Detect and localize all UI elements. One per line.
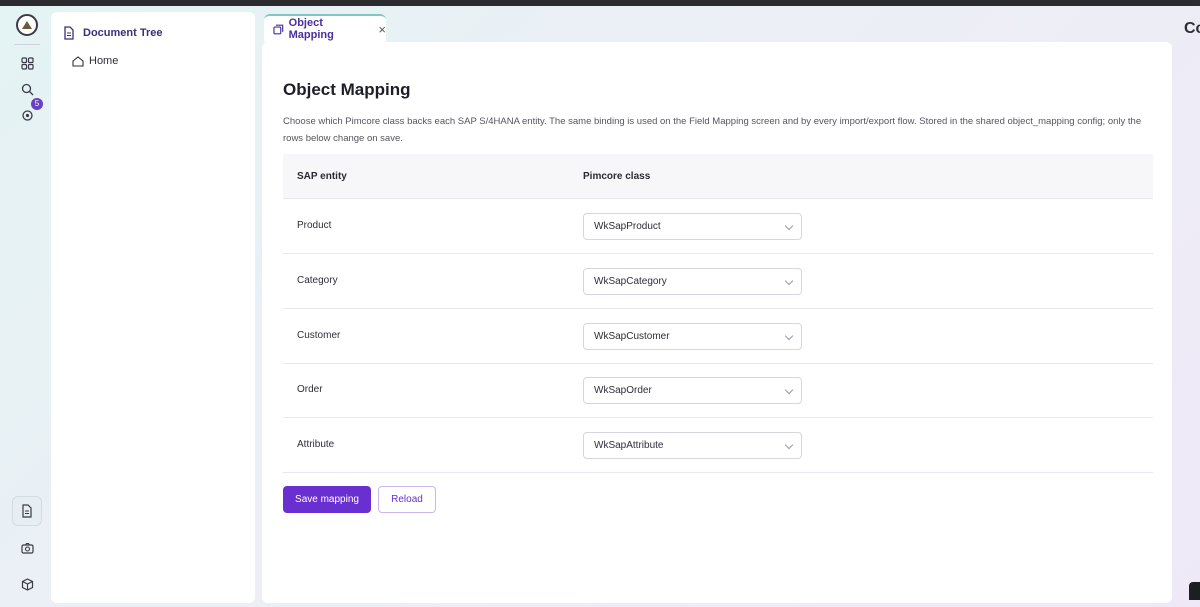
chevron-down-icon [784, 385, 794, 395]
column-header-sap-entity: SAP entity [297, 171, 347, 182]
column-header-pimcore-class: Pimcore class [583, 171, 651, 182]
mapping-icon [273, 24, 284, 34]
tab-object-mapping[interactable]: Object Mapping × [264, 14, 386, 42]
notification-badge: 5 [31, 98, 43, 110]
sap-entity-label: Category [297, 275, 338, 286]
select-value: WkSapAttribute [594, 440, 664, 451]
pimcore-class-select[interactable]: WkSapOrder [583, 377, 802, 404]
home-icon [72, 55, 84, 67]
chevron-down-icon [784, 440, 794, 450]
sap-entity-label: Order [297, 384, 323, 395]
select-value: WkSapOrder [594, 385, 652, 396]
pimcore-class-select[interactable]: WkSapCustomer [583, 323, 802, 350]
tree-item-home[interactable]: Home [72, 55, 118, 67]
corner-widget[interactable] [1189, 582, 1200, 600]
table-row: Customer WkSapCustomer [283, 309, 1153, 364]
save-mapping-button[interactable]: Save mapping [283, 486, 371, 513]
brand-logo: Cc [1184, 20, 1200, 37]
tree-item-label: Home [89, 55, 119, 67]
chevron-down-icon [784, 276, 794, 286]
chevron-down-icon [784, 331, 794, 341]
left-rail: 5 [6, 8, 48, 604]
app-logo-icon[interactable] [16, 14, 38, 36]
rail-divider [14, 44, 40, 45]
sap-entity-label: Attribute [297, 439, 335, 450]
table-header: SAP entity Pimcore class [283, 154, 1153, 199]
sap-entity-label: Product [297, 220, 332, 231]
document-tree-header: Document Tree [63, 26, 162, 40]
pimcore-class-select[interactable]: WkSapCategory [583, 268, 802, 295]
pimcore-class-select[interactable]: WkSapProduct [583, 213, 802, 240]
table-row: Attribute WkSapAttribute [283, 418, 1153, 473]
reload-button[interactable]: Reload [378, 486, 436, 513]
table-row: Category WkSapCategory [283, 254, 1153, 309]
select-value: WkSapProduct [594, 221, 661, 232]
close-icon[interactable]: × [378, 22, 386, 37]
table-row: Product WkSapProduct [283, 199, 1153, 254]
settings-icon[interactable]: 5 [12, 98, 43, 128]
page-title: Object Mapping [283, 80, 411, 99]
document-icon [64, 26, 74, 40]
tab-label: Object Mapping [288, 17, 334, 41]
table-row: Order WkSapOrder [283, 363, 1153, 418]
document-tree-title: Document Tree [83, 27, 163, 39]
select-value: WkSapCustomer [594, 331, 670, 342]
camera-icon[interactable] [12, 535, 42, 561]
chevron-down-icon [784, 221, 794, 231]
cube-icon[interactable] [12, 571, 42, 597]
document-tree-panel: Document Tree Home [51, 12, 255, 603]
pimcore-class-select[interactable]: WkSapAttribute [583, 432, 802, 459]
page-description: Choose which Pimcore class backs each SA… [283, 116, 1142, 144]
sap-entity-label: Customer [297, 330, 341, 341]
grid-icon[interactable] [12, 50, 42, 76]
object-mapping-panel: Object Mapping Choose which Pimcore clas… [262, 42, 1172, 603]
select-value: WkSapCategory [594, 276, 667, 287]
document-icon[interactable] [12, 496, 42, 526]
